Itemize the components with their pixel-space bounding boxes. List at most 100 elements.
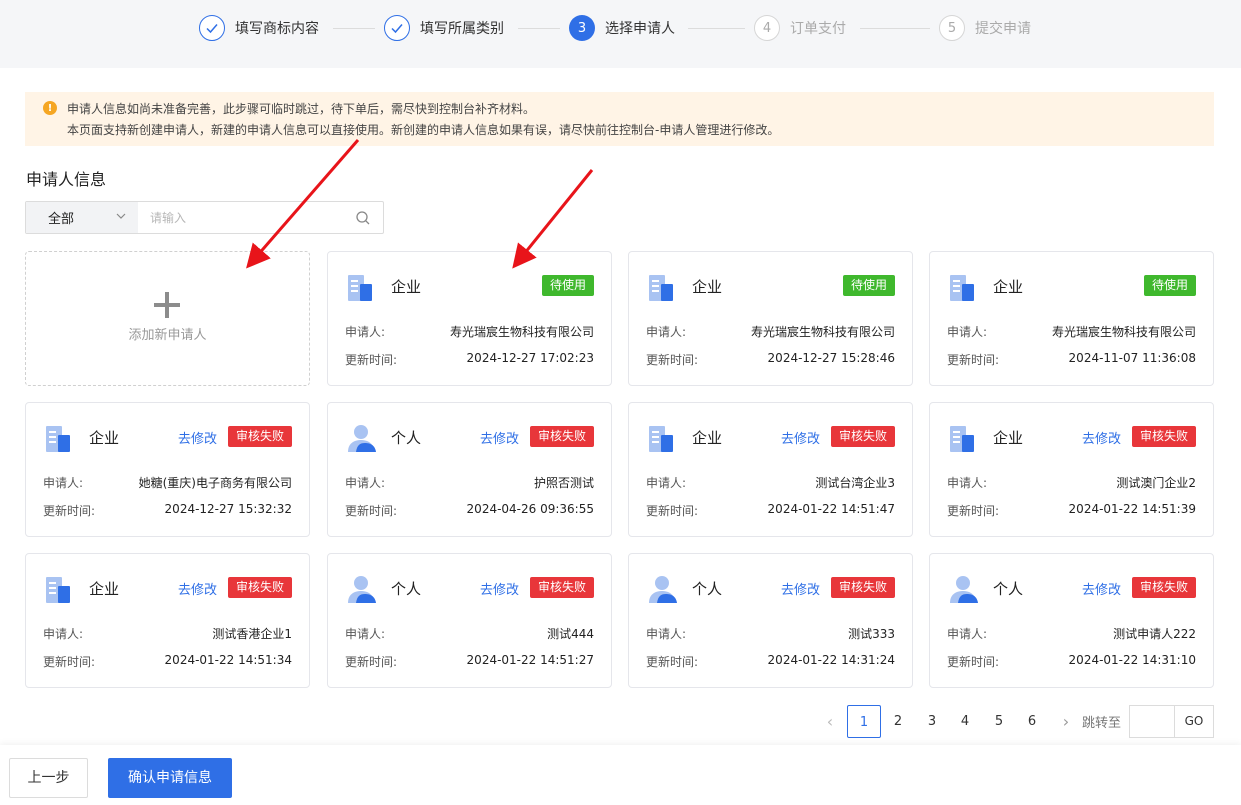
applicant-search: 全部 xyxy=(25,201,384,234)
applicant-card[interactable]: 个人 去修改 审核失败 申请人: 测试444 更新时间: 2024-01-22 14:51:… xyxy=(327,553,612,688)
status-badge: 待使用 xyxy=(1143,275,1196,296)
plus-icon xyxy=(154,292,180,318)
updated-time: 2024-01-22 14:51:27 xyxy=(466,653,594,667)
confirm-applicant-button[interactable]: 确认申请信息 xyxy=(108,758,232,798)
prev-page-button[interactable]: ‹ xyxy=(820,712,840,732)
section-title: 申请人信息 xyxy=(26,170,107,189)
applicant-type: 企业 xyxy=(993,278,1024,296)
updated-label: 更新时间: xyxy=(646,504,699,518)
add-applicant-label: 添加新申请人 xyxy=(128,328,207,343)
building-icon xyxy=(44,573,76,605)
page-2[interactable]: 2 xyxy=(881,705,915,738)
previous-step-button[interactable]: 上一步 xyxy=(9,758,88,798)
page-4[interactable]: 4 xyxy=(948,705,982,738)
step-connector xyxy=(688,28,745,29)
status-badge: 审核失败 xyxy=(529,426,594,447)
applicant-type: 个人 xyxy=(692,580,723,598)
step-label: 订单支付 xyxy=(790,21,846,37)
edit-link[interactable]: 去修改 xyxy=(1082,579,1121,598)
updated-time: 2024-01-22 14:51:39 xyxy=(1068,502,1196,516)
step-number: 4 xyxy=(754,15,780,41)
status-badge: 审核失败 xyxy=(830,426,895,447)
chevron-down-icon xyxy=(116,213,126,219)
building-icon xyxy=(948,271,980,303)
updated-label: 更新时间: xyxy=(646,353,699,367)
step-connector xyxy=(518,28,560,29)
applicant-name: 她糖(重庆)电子商务有限公司 xyxy=(138,476,292,490)
applicant-card[interactable]: 企业 待使用 申请人: 寿光瑞宸生物科技有限公司 更新时间: 2024-12-27 15:… xyxy=(628,251,913,386)
step-label: 选择申请人 xyxy=(605,21,675,37)
step-label: 填写所属类别 xyxy=(420,21,504,37)
updated-time: 2024-12-27 15:32:32 xyxy=(164,502,292,516)
person-icon xyxy=(647,573,679,605)
applicant-type: 企业 xyxy=(89,429,120,447)
page-6[interactable]: 6 xyxy=(1015,705,1049,738)
updated-label: 更新时间: xyxy=(646,655,699,669)
page-1[interactable]: 1 xyxy=(847,705,881,738)
step-number: 3 xyxy=(569,15,595,41)
applicant-label: 申请人: xyxy=(345,627,386,641)
step-label: 提交申请 xyxy=(975,21,1031,37)
step-connector xyxy=(860,28,930,29)
applicant-card[interactable]: 个人 去修改 审核失败 申请人: 测试申请人222 更新时间: 2024-01-22 14:… xyxy=(929,553,1214,688)
page-3[interactable]: 3 xyxy=(915,705,949,738)
search-icon[interactable] xyxy=(355,210,371,226)
next-page-button[interactable]: › xyxy=(1056,712,1076,732)
type-filter-select[interactable]: 全部 xyxy=(26,202,138,233)
applicant-name: 护照否测试 xyxy=(533,476,594,490)
applicant-card[interactable]: 个人 去修改 审核失败 申请人: 测试333 更新时间: 2024-01-22 14:31:… xyxy=(628,553,913,688)
applicant-card[interactable]: 企业 去修改 审核失败 申请人: 测试澳门企业2 更新时间: 2024-01-22 14:5… xyxy=(929,402,1214,537)
step-trademark-content: 填写商标内容 xyxy=(199,15,319,41)
step-connector xyxy=(333,28,375,29)
applicant-name: 测试香港企业1 xyxy=(212,627,292,641)
applicant-card[interactable]: 企业 去修改 审核失败 申请人: 测试台湾企业3 更新时间: 2024-01-22 14:5… xyxy=(628,402,913,537)
person-icon xyxy=(948,573,980,605)
applicant-label: 申请人: xyxy=(947,325,988,339)
applicant-name: 测试台湾企业3 xyxy=(815,476,895,490)
edit-link[interactable]: 去修改 xyxy=(1082,428,1121,447)
edit-link[interactable]: 去修改 xyxy=(480,579,519,598)
updated-label: 更新时间: xyxy=(43,655,96,669)
applicant-card[interactable]: 企业 去修改 审核失败 申请人: 测试香港企业1 更新时间: 2024-01-22 14:5… xyxy=(25,553,310,688)
applicant-label: 申请人: xyxy=(43,627,84,641)
updated-time: 2024-01-22 14:51:34 xyxy=(164,653,292,667)
applicant-label: 申请人: xyxy=(345,325,386,339)
step-category: 填写所属类别 xyxy=(384,15,504,41)
updated-label: 更新时间: xyxy=(947,504,1000,518)
edit-link[interactable]: 去修改 xyxy=(178,579,217,598)
jump-to-label: 跳转至 xyxy=(1082,716,1122,731)
warning-icon: ! xyxy=(43,101,57,115)
applicant-card[interactable]: 企业 去修改 审核失败 申请人: 她糖(重庆)电子商务有限公司 更新时间: 2024-12-… xyxy=(25,402,310,537)
building-icon xyxy=(346,271,378,303)
edit-link[interactable]: 去修改 xyxy=(781,579,820,598)
add-applicant-card[interactable]: 添加新申请人 xyxy=(25,251,310,386)
updated-time: 2024-01-22 14:31:24 xyxy=(767,653,895,667)
applicant-type: 企业 xyxy=(692,278,723,296)
edit-link[interactable]: 去修改 xyxy=(480,428,519,447)
updated-label: 更新时间: xyxy=(947,353,1000,367)
page-5[interactable]: 5 xyxy=(982,705,1016,738)
person-icon xyxy=(346,573,378,605)
jump-page-input[interactable] xyxy=(1129,705,1174,738)
applicant-card[interactable]: 个人 去修改 审核失败 申请人: 护照否测试 更新时间: 2024-04-26 09:36:… xyxy=(327,402,612,537)
edit-link[interactable]: 去修改 xyxy=(781,428,820,447)
edit-link[interactable]: 去修改 xyxy=(178,428,217,447)
applicant-label: 申请人: xyxy=(947,476,988,490)
step-label: 填写商标内容 xyxy=(235,21,319,37)
applicant-type: 企业 xyxy=(391,278,422,296)
status-badge: 审核失败 xyxy=(227,577,292,598)
applicant-label: 申请人: xyxy=(646,627,687,641)
building-icon xyxy=(647,422,679,454)
building-icon xyxy=(647,271,679,303)
applicant-card[interactable]: 企业 待使用 申请人: 寿光瑞宸生物科技有限公司 更新时间: 2024-12-27 17:… xyxy=(327,251,612,386)
building-icon xyxy=(948,422,980,454)
step-payment: 4 订单支付 xyxy=(754,15,846,41)
search-input[interactable] xyxy=(138,202,348,233)
go-button[interactable]: GO xyxy=(1174,705,1214,738)
applicant-type: 个人 xyxy=(391,429,422,447)
applicant-card[interactable]: 企业 待使用 申请人: 寿光瑞宸生物科技有限公司 更新时间: 2024-11-07 11:… xyxy=(929,251,1214,386)
applicant-label: 申请人: xyxy=(947,627,988,641)
status-badge: 审核失败 xyxy=(227,426,292,447)
footer-bar: 上一步 确认申请信息 xyxy=(0,745,1241,805)
updated-time: 2024-11-07 11:36:08 xyxy=(1068,351,1196,365)
